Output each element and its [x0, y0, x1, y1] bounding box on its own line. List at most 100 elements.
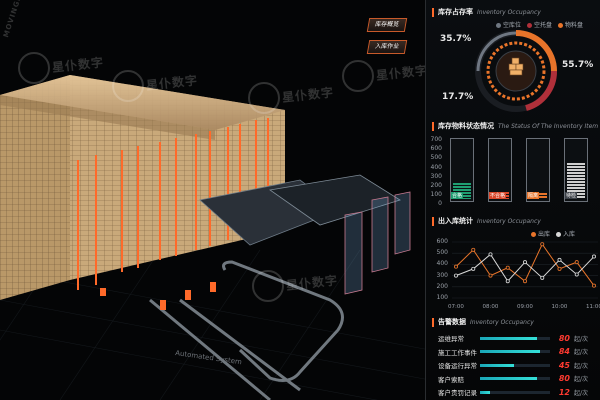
alarm-progress-bar: [480, 363, 550, 367]
occupancy-title: 库存占存率: [438, 8, 473, 16]
alarm-value: 12: [558, 387, 570, 397]
alarm-progress-fill: [480, 336, 538, 340]
alarm-label: 施工工作事件: [438, 348, 477, 357]
io-data-point: [454, 264, 459, 269]
alarm-label: 设备运行异常: [438, 362, 477, 370]
app-root: Automated System 星仆数字 星仆数字 星仆数字 星仆数字 星仆数…: [0, 0, 600, 400]
io-title-en: Inventory Occupancy: [477, 217, 541, 225]
alarm-unit: 起/次: [573, 349, 588, 356]
watermark-logo-icon: [18, 52, 50, 84]
io-data-point: [505, 265, 510, 270]
io-series-line: [455, 253, 595, 283]
watermark-logo-icon: [112, 70, 144, 102]
io-y-tick: 600: [436, 238, 448, 245]
alarm-progress-fill: [480, 377, 538, 380]
io-data-point: [505, 279, 510, 284]
io-data-point: [523, 279, 528, 284]
io-line-chart: [452, 241, 598, 299]
io-title: 出入库统计: [438, 217, 473, 225]
status-y-tick: 600: [430, 145, 442, 153]
occupancy-donut-chart: [475, 30, 558, 112]
io-data-point: [523, 260, 528, 265]
occupancy-right-value: 55.7%: [562, 60, 594, 70]
alarm-unit: 起/次: [573, 335, 588, 343]
alarm-value: 84: [558, 347, 570, 356]
io-data-point: [454, 273, 459, 278]
status-title-en: The Status Of The Inventory Item: [498, 122, 599, 130]
status-title: 库存物料状态情况: [438, 122, 494, 130]
status-category-label: 不合格: [489, 192, 507, 199]
occupancy-section-title: 库存占存率 Inventory Occupancy: [432, 6, 541, 18]
io-x-tick: 10:00: [551, 304, 568, 310]
alarm-progress-fill: [480, 363, 514, 367]
alarm-unit: 起/次: [573, 362, 588, 370]
io-y-tick: 400: [436, 260, 448, 268]
legend-item-out: 出库: [531, 229, 550, 238]
status-y-tick: 700: [430, 136, 442, 143]
alarm-progress-fill: [480, 390, 490, 394]
occupancy-left-bottom-value: 17.7%: [442, 92, 474, 102]
alarm-unit: 起/次: [573, 389, 588, 397]
io-data-point: [488, 273, 493, 278]
occupancy-title-en: Inventory Occupancy: [477, 8, 541, 16]
io-data-point: [574, 272, 579, 277]
io-x-tick: 11:00: [586, 304, 600, 310]
io-data-point: [557, 257, 562, 262]
status-y-tick: 0: [438, 200, 442, 208]
io-y-tick: 200: [436, 282, 448, 290]
alarm-row: 客户责罚记录 12 起/次: [438, 386, 598, 398]
alarm-row: 客户索赔 80 起/次: [438, 373, 598, 385]
title-marker: [432, 317, 434, 327]
io-data-point: [471, 266, 476, 271]
io-data-point: [591, 283, 596, 288]
io-legend: 出库 入库: [531, 229, 575, 238]
status-category-label: 合格: [451, 192, 464, 199]
watermark-logo-icon: [248, 82, 280, 114]
alarm-section-title: 告警数据 Inventory Occupancy: [432, 316, 534, 328]
status-y-tick: 400: [430, 163, 442, 171]
alarm-row: 运维异常 80 起/次: [438, 332, 598, 344]
inventory-overview-button[interactable]: 库存概览: [366, 18, 408, 32]
io-data-point: [591, 254, 596, 259]
legend-item-in: 入库: [556, 229, 575, 238]
io-x-tick: 08:00: [482, 304, 499, 310]
io-data-point: [540, 275, 545, 280]
alarm-value: 80: [558, 374, 570, 383]
occupancy-left-top-value: 35.7%: [440, 34, 472, 44]
status-y-tick: 500: [430, 154, 442, 162]
alarm-progress-bar: [480, 390, 550, 394]
status-y-tick: 300: [430, 172, 442, 180]
status-section-title: 库存物料状态情况 The Status Of The Inventory Ite…: [432, 120, 598, 132]
title-marker: [432, 121, 434, 131]
status-category-label: 隔离: [527, 192, 540, 199]
alarm-title: 告警数据: [438, 318, 466, 326]
alarm-title-en: Inventory Occupancy: [470, 318, 534, 326]
watermark-logo-icon: [252, 270, 284, 302]
io-y-tick: 300: [436, 271, 448, 279]
alarm-value: 80: [558, 333, 570, 343]
alarm-progress-bar: [480, 350, 550, 353]
alarm-row: 施工工作事件 84 起/次: [438, 346, 598, 358]
alarm-progress-bar: [480, 336, 550, 340]
title-marker: [432, 216, 434, 226]
alarm-value: 45: [558, 360, 570, 370]
alarm-progress-bar: [480, 377, 550, 380]
watermark-logo-icon: [342, 60, 374, 92]
alarm-label: 客户索赔: [438, 375, 464, 384]
alarm-label: 运维异常: [438, 335, 464, 343]
io-y-tick: 100: [436, 294, 448, 301]
io-data-point: [488, 252, 493, 257]
io-y-tick: 500: [436, 249, 448, 257]
alarm-row: 设备运行异常 45 起/次: [438, 359, 598, 371]
io-x-tick: 07:00: [448, 304, 464, 310]
alarm-label: 客户责罚记录: [438, 389, 477, 397]
io-data-point: [574, 260, 579, 265]
inbound-job-button[interactable]: 入库作业: [366, 40, 408, 54]
io-data-point: [557, 266, 562, 271]
io-section-title: 出入库统计 Inventory Occupancy: [432, 215, 541, 227]
status-y-tick: 100: [430, 191, 442, 199]
title-marker: [432, 7, 434, 17]
alarm-progress-fill: [480, 350, 541, 353]
status-y-tick: 200: [430, 182, 442, 189]
io-x-tick: 09:00: [517, 304, 533, 310]
